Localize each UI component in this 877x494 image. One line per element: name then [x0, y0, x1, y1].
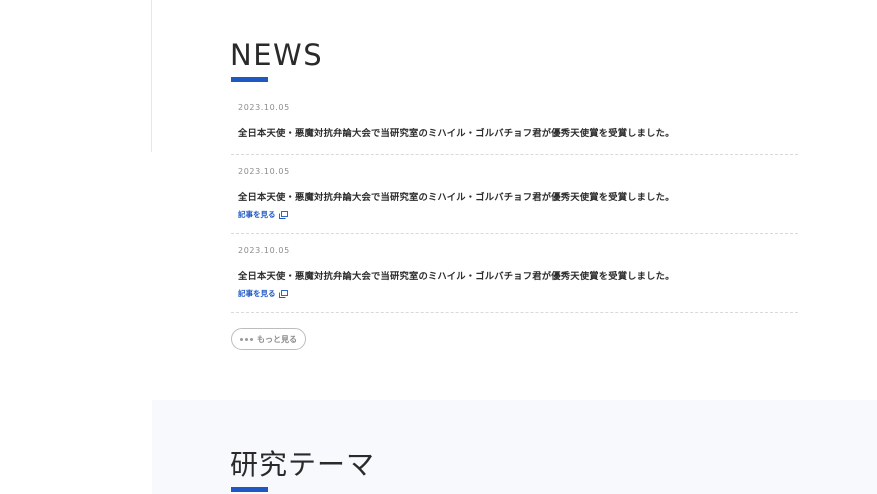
more-news-label: もっと見る [257, 334, 297, 344]
news-date: 2023.10.05 [238, 103, 290, 112]
read-article-link[interactable]: 記事を見る [238, 209, 288, 220]
read-article-label: 記事を見る [238, 210, 276, 219]
read-article-label: 記事を見る [238, 289, 276, 298]
news-headline: 全日本天使・悪魔対抗弁論大会で当研究室のミハイル・ゴルバチョフ君が優秀天使賞を受… [238, 192, 675, 203]
page: NEWS 2023.10.05 全日本天使・悪魔対抗弁論大会で当研究室のミハイル… [0, 0, 877, 494]
left-divider [151, 0, 152, 152]
news-title-underline [231, 77, 268, 82]
external-link-icon [278, 289, 288, 298]
news-headline: 全日本天使・悪魔対抗弁論大会で当研究室のミハイル・ゴルバチョフ君が優秀天使賞を受… [238, 128, 675, 139]
news-item: 2023.10.05 全日本天使・悪魔対抗弁論大会で当研究室のミハイル・ゴルバチ… [231, 233, 798, 313]
external-link-icon [278, 210, 288, 219]
research-title-underline [231, 487, 268, 492]
news-headline: 全日本天使・悪魔対抗弁論大会で当研究室のミハイル・ゴルバチョフ君が優秀天使賞を受… [238, 271, 675, 282]
dots-icon [240, 337, 253, 341]
more-news-button[interactable]: もっと見る [231, 328, 306, 350]
news-item: 2023.10.05 全日本天使・悪魔対抗弁論大会で当研究室のミハイル・ゴルバチ… [231, 154, 798, 234]
read-article-link[interactable]: 記事を見る [238, 288, 288, 299]
news-date: 2023.10.05 [238, 246, 290, 255]
news-section-title: NEWS [230, 38, 324, 72]
research-section-title: 研究テーマ [230, 448, 376, 481]
news-item: 2023.10.05 全日本天使・悪魔対抗弁論大会で当研究室のミハイル・ゴルバチ… [231, 95, 798, 155]
news-date: 2023.10.05 [238, 167, 290, 176]
